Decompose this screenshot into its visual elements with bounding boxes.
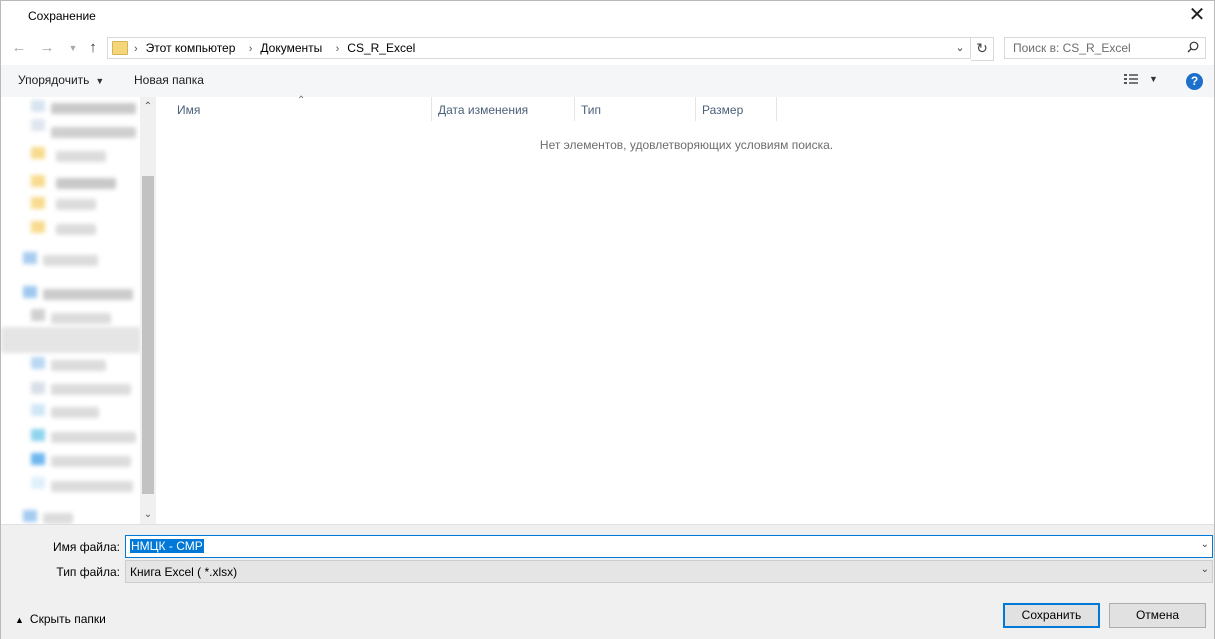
nav-item[interactable] (51, 127, 136, 138)
nav-item[interactable] (51, 481, 133, 492)
hide-folders-label: Скрыть папки (29, 612, 106, 626)
column-type-label: Тип (581, 103, 602, 117)
nav-item[interactable] (51, 360, 106, 371)
nav-item[interactable] (51, 456, 131, 467)
column-name-label: Имя (177, 103, 201, 117)
search-icon (1187, 41, 1199, 53)
folder-icon (31, 119, 45, 131)
cancel-button[interactable]: Отмена (1109, 603, 1206, 628)
scroll-down-icon[interactable]: ⌄ (140, 509, 156, 520)
toolbar: Упорядочить ▼ Новая папка (1, 65, 1214, 97)
drive-icon (23, 252, 37, 264)
filetype-value: Книга Excel ( *.xlsx) (130, 565, 238, 579)
filename-label: Имя файла: (53, 540, 120, 554)
column-date-modified[interactable]: Дата изменения (432, 97, 575, 121)
save-button[interactable]: Сохранить (1003, 603, 1100, 628)
up-arrow-icon[interactable]: ↑ (83, 38, 103, 58)
filetype-label: Тип файла: (56, 565, 120, 579)
folder-icon (31, 221, 45, 233)
nav-item[interactable] (56, 151, 106, 162)
nav-item[interactable] (56, 178, 116, 189)
nav-item[interactable] (51, 103, 136, 114)
back-arrow-icon[interactable]: ← (9, 38, 29, 58)
nav-item[interactable] (43, 289, 133, 300)
drive-icon (31, 477, 45, 489)
nav-item[interactable] (51, 407, 99, 418)
breadcrumb: › Этот компьютер › Документы › CS_R_Excel (132, 41, 423, 55)
empty-message: Нет элементов, удовлетворяющих условиям … (539, 138, 834, 152)
nav-item[interactable] (43, 255, 98, 266)
chevron-down-icon[interactable]: ⌄ (1201, 539, 1209, 550)
nav-item[interactable] (56, 199, 96, 210)
column-type[interactable]: Тип (575, 97, 696, 121)
column-date-label: Дата изменения (438, 103, 529, 117)
view-details-icon[interactable] (1124, 73, 1138, 85)
chevron-up-icon: ▲ (15, 615, 24, 625)
close-icon[interactable]: ✕ (1184, 3, 1210, 29)
breadcrumb-documents[interactable]: Документы (260, 41, 322, 55)
nav-item[interactable] (51, 384, 131, 395)
folder-icon (112, 41, 128, 55)
breadcrumb-cs-r-excel[interactable]: CS_R_Excel (347, 41, 415, 55)
drive-icon (31, 404, 45, 416)
new-folder-button[interactable]: Новая папка (134, 73, 204, 87)
search-placeholder: Поиск в: CS_R_Excel (1013, 41, 1131, 55)
drive-icon (31, 357, 45, 369)
drive-icon (31, 453, 45, 465)
filename-input[interactable]: НМЦК - СМР ⌄ (125, 535, 1213, 558)
nav-item[interactable] (56, 224, 96, 235)
sort-ascending-icon: ⌃ (297, 95, 306, 106)
organize-button[interactable]: Упорядочить ▼ (18, 73, 104, 87)
folder-icon (31, 309, 45, 321)
help-icon[interactable]: ? (1186, 73, 1203, 90)
breadcrumb-this-pc[interactable]: Этот компьютер (146, 41, 236, 55)
chevron-right-icon: › (335, 43, 340, 55)
title-bar: Сохранение ✕ (1, 1, 1214, 31)
nav-item-selected[interactable] (1, 327, 141, 353)
hide-folders-button[interactable]: ▲ Скрыть папки (15, 612, 106, 626)
chevron-down-icon[interactable]: ⌄ (952, 39, 968, 57)
file-list[interactable]: Имя Дата изменения Тип Размер Нет элемен… (159, 97, 1214, 524)
network-icon (23, 510, 37, 522)
nav-item[interactable] (51, 313, 111, 324)
scrollbar-thumb[interactable] (142, 176, 154, 494)
scroll-up-icon[interactable]: ⌃ (140, 101, 156, 112)
refresh-icon[interactable]: ↻ (971, 37, 994, 61)
chevron-down-icon: ▼ (95, 76, 105, 86)
folder-icon (31, 100, 45, 112)
column-size[interactable]: Размер (696, 97, 777, 121)
nav-item[interactable] (43, 513, 73, 524)
filetype-select[interactable]: Книга Excel ( *.xlsx) ⌄ (125, 560, 1213, 583)
column-size-label: Размер (702, 103, 744, 117)
address-bar[interactable]: › Этот компьютер › Документы › CS_R_Excel ⌄ (107, 37, 971, 59)
folder-icon (31, 147, 45, 159)
drive-icon (31, 429, 45, 441)
forward-arrow-icon[interactable]: → (37, 38, 57, 58)
chevron-right-icon: › (248, 43, 253, 55)
navigation-pane[interactable] (1, 97, 156, 524)
chevron-right-icon: › (134, 43, 138, 55)
search-input[interactable]: Поиск в: CS_R_Excel (1004, 37, 1206, 59)
recent-locations-chevron-icon[interactable]: ▼ (63, 38, 83, 58)
drive-icon (31, 382, 45, 394)
filename-value: НМЦК - СМР (130, 539, 204, 553)
drive-icon (23, 286, 37, 298)
folder-icon (31, 175, 45, 187)
organize-label: Упорядочить (18, 73, 90, 87)
window-title: Сохранение (28, 9, 96, 23)
save-dialog: Сохранение ✕ ← → ▼ ↑ › Этот компьютер › До… (0, 0, 1215, 639)
chevron-down-icon[interactable]: ⌄ (1201, 564, 1209, 575)
folder-icon (31, 197, 45, 209)
view-options-chevron-icon[interactable]: ▼ (1149, 74, 1158, 84)
nav-item[interactable] (51, 432, 136, 443)
